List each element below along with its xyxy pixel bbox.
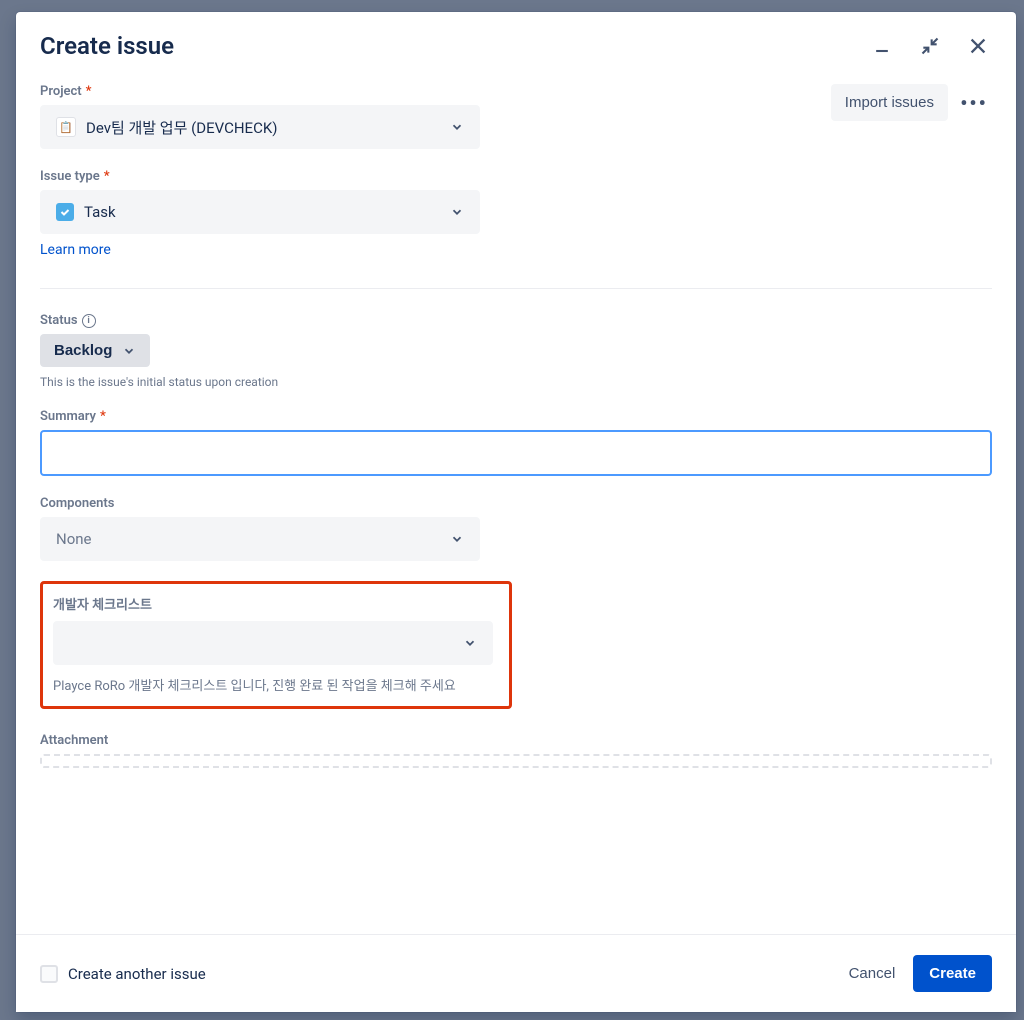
create-another-checkbox[interactable] bbox=[40, 965, 58, 983]
checklist-select[interactable] bbox=[53, 621, 493, 665]
status-label: Status i bbox=[40, 313, 992, 328]
summary-label: Summary * bbox=[40, 409, 992, 424]
create-another-row: Create another issue bbox=[40, 965, 206, 983]
close-button[interactable] bbox=[964, 32, 992, 60]
project-label: Project * bbox=[40, 84, 480, 99]
chevron-down-icon bbox=[463, 636, 477, 650]
project-label-text: Project bbox=[40, 84, 82, 99]
project-select[interactable]: 📋 Dev팀 개발 업무 (DEVCHECK) bbox=[40, 105, 480, 149]
modal-body: Project * 📋 Dev팀 개발 업무 (DEVCHECK) Issue … bbox=[16, 60, 1016, 934]
summary-field-group: Summary * bbox=[40, 409, 992, 476]
collapse-button[interactable] bbox=[916, 32, 944, 60]
project-value: Dev팀 개발 업무 (DEVCHECK) bbox=[86, 117, 277, 138]
info-icon[interactable]: i bbox=[82, 314, 96, 328]
divider bbox=[40, 288, 992, 289]
attachment-field-group: Attachment bbox=[40, 733, 992, 768]
create-button[interactable]: Create bbox=[913, 955, 992, 992]
minimize-button[interactable] bbox=[868, 32, 896, 60]
attachment-label-text: Attachment bbox=[40, 733, 108, 748]
checklist-highlighted-section: 개발자 체크리스트 Playce RoRo 개발자 체크리스트 입니다, 진행 … bbox=[40, 581, 512, 709]
components-field-group: Components None bbox=[40, 496, 992, 561]
chevron-down-icon bbox=[450, 532, 464, 546]
project-icon: 📋 bbox=[56, 117, 76, 137]
components-select[interactable]: None bbox=[40, 517, 480, 561]
status-label-text: Status bbox=[40, 313, 78, 328]
issue-type-label: Issue type * bbox=[40, 169, 480, 184]
project-section: Project * 📋 Dev팀 개발 업무 (DEVCHECK) Issue … bbox=[40, 84, 480, 278]
issue-type-value: Task bbox=[84, 203, 116, 221]
project-select-content: 📋 Dev팀 개발 업무 (DEVCHECK) bbox=[56, 117, 277, 138]
close-icon bbox=[967, 35, 989, 57]
header-actions bbox=[868, 32, 992, 60]
chevron-down-icon bbox=[450, 120, 464, 134]
modal-title: Create issue bbox=[40, 32, 174, 60]
minimize-icon bbox=[872, 36, 892, 56]
modal-header: Create issue bbox=[16, 12, 1016, 60]
task-icon bbox=[56, 203, 74, 221]
status-field-group: Status i Backlog This is the issue's ini… bbox=[40, 313, 992, 389]
required-indicator: * bbox=[86, 84, 92, 99]
required-indicator: * bbox=[104, 169, 110, 184]
more-actions-button[interactable]: ••• bbox=[956, 85, 992, 121]
issue-type-label-text: Issue type bbox=[40, 169, 100, 184]
learn-more-link[interactable]: Learn more bbox=[40, 242, 480, 258]
create-issue-modal: Create issue Project * bbox=[16, 12, 1016, 1012]
cancel-button[interactable]: Cancel bbox=[845, 957, 900, 990]
issue-type-select-content: Task bbox=[56, 203, 116, 221]
components-label: Components bbox=[40, 496, 992, 511]
import-issues-button[interactable]: Import issues bbox=[831, 84, 948, 121]
chevron-down-icon bbox=[122, 344, 136, 358]
top-row: Project * 📋 Dev팀 개발 업무 (DEVCHECK) Issue … bbox=[40, 84, 992, 278]
checklist-label-text: 개발자 체크리스트 bbox=[53, 594, 152, 613]
components-value: None bbox=[56, 530, 92, 548]
modal-footer: Create another issue Cancel Create bbox=[16, 934, 1016, 1012]
footer-actions: Cancel Create bbox=[845, 955, 992, 992]
project-field-group: Project * 📋 Dev팀 개발 업무 (DEVCHECK) bbox=[40, 84, 480, 149]
collapse-icon bbox=[920, 36, 940, 56]
chevron-down-icon bbox=[450, 205, 464, 219]
checklist-label: 개발자 체크리스트 bbox=[53, 594, 495, 613]
summary-input[interactable] bbox=[40, 430, 992, 476]
status-value: Backlog bbox=[54, 342, 112, 359]
status-helper: This is the issue's initial status upon … bbox=[40, 375, 992, 389]
required-indicator: * bbox=[100, 409, 106, 424]
status-select[interactable]: Backlog bbox=[40, 334, 150, 367]
issue-type-field-group: Issue type * Task Learn more bbox=[40, 169, 480, 258]
attachment-label: Attachment bbox=[40, 733, 992, 748]
checklist-helper: Playce RoRo 개발자 체크리스트 입니다, 진행 완료 된 작업을 체… bbox=[53, 675, 495, 694]
more-icon: ••• bbox=[960, 91, 988, 115]
top-actions: Import issues ••• bbox=[831, 84, 992, 121]
create-another-label: Create another issue bbox=[68, 965, 206, 983]
attachment-dropzone[interactable] bbox=[40, 754, 992, 768]
summary-label-text: Summary bbox=[40, 409, 96, 424]
issue-type-select[interactable]: Task bbox=[40, 190, 480, 234]
components-label-text: Components bbox=[40, 496, 114, 511]
